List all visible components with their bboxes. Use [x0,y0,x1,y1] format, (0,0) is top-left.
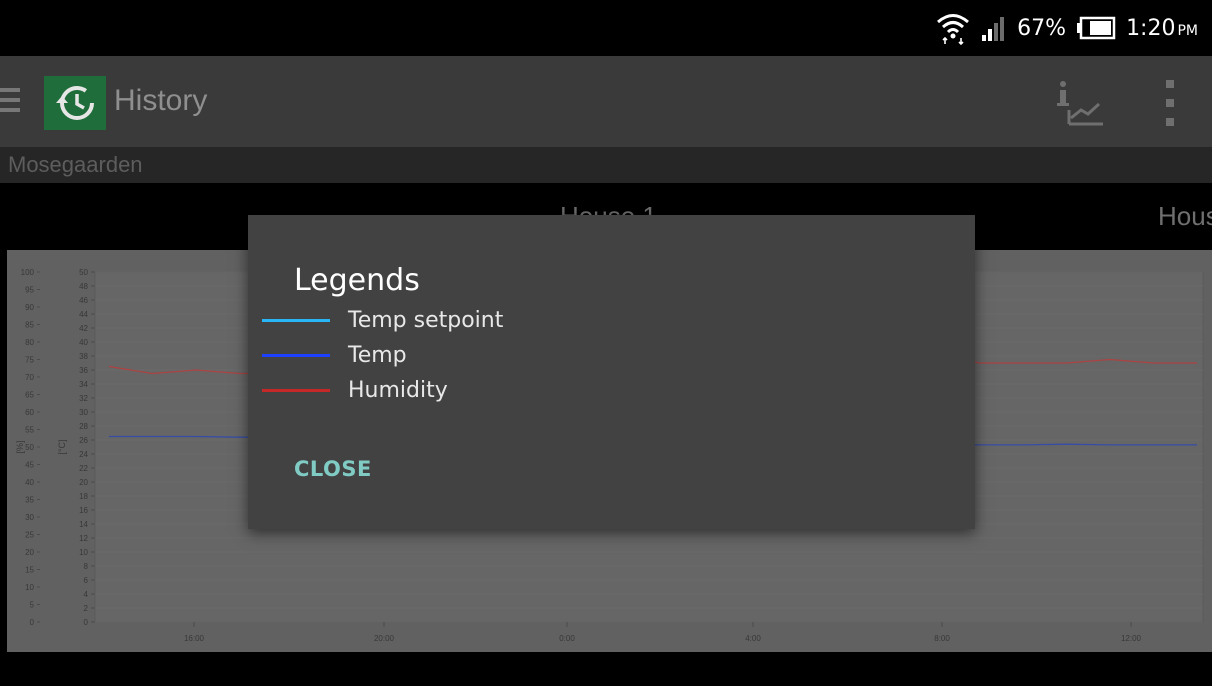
left-tick-label: 60 [25,408,34,417]
left-tick-label: 40 [25,478,34,487]
x-tick-label: 12:00 [1121,634,1142,643]
tab-house-2[interactable]: Hous [1158,201,1212,232]
more-vert-icon[interactable] [1162,80,1178,126]
right-axis-label: [°C] [57,439,67,454]
right-tick-label: 20 [79,478,88,487]
right-tick-label: 24 [79,450,88,459]
close-button[interactable]: CLOSE [294,457,372,481]
clock-time: 1:20 [1126,15,1176,41]
right-tick-label: 10 [79,548,88,557]
site-name: Mosegaarden [8,152,143,177]
left-axis-label: [%] [15,440,25,453]
left-tick-label: 90 [25,303,34,312]
battery-icon [1077,16,1116,40]
right-tick-label: 26 [79,436,88,445]
legend-label-temp: Temp [348,343,407,368]
menu-icon[interactable] [0,88,20,114]
right-tick-label: 38 [79,352,88,361]
left-tick-label: 5 [30,601,35,610]
right-tick-label: 6 [84,576,89,585]
legend-swatch-temp [262,354,330,357]
left-tick-label: 85 [25,321,34,330]
right-tick-label: 30 [79,408,88,417]
left-tick-label: 20 [25,548,34,557]
legend-item-humidity: Humidity [262,373,503,408]
left-tick-label: 35 [25,496,34,505]
right-tick-label: 36 [79,366,88,375]
left-tick-label: 100 [21,268,35,277]
legend-swatch-humidity [262,389,330,392]
history-icon[interactable] [44,76,106,130]
left-tick-label: 10 [25,583,34,592]
clock-ampm: PM [1177,22,1198,39]
bottom-bar [0,652,1212,686]
legend-label-humidity: Humidity [348,378,448,403]
right-tick-label: 50 [79,268,88,277]
site-bar: Mosegaarden [0,147,1212,183]
right-tick-label: 44 [79,310,88,319]
legend-list: Temp setpoint Temp Humidity [262,303,503,408]
left-tick-label: 75 [25,356,34,365]
left-tick-label: 30 [25,513,34,522]
legend-item-temp-setpoint: Temp setpoint [262,303,503,338]
wifi-icon [937,14,970,45]
signal-icon [982,17,1005,41]
legend-item-temp: Temp [262,338,503,373]
left-tick-label: 0 [30,618,35,627]
right-tick-label: 42 [79,324,88,333]
left-tick-label: 80 [25,338,34,347]
clock: 1:20 PM [1126,16,1198,41]
right-tick-label: 12 [79,534,88,543]
page-title: History [114,84,208,117]
right-tick-label: 18 [79,492,88,501]
left-tick-label: 95 [25,286,34,295]
legends-dialog: Legends Temp setpoint Temp Humidity CLOS… [248,215,975,529]
right-tick-label: 8 [84,562,89,571]
right-tick-label: 34 [79,380,88,389]
right-tick-label: 32 [79,394,88,403]
app-bar: History [0,56,1212,147]
right-tick-label: 4 [84,590,89,599]
left-tick-label: 65 [25,391,34,400]
x-tick-label: 4:00 [745,634,761,643]
x-tick-label: 20:00 [374,634,395,643]
right-tick-label: 48 [79,282,88,291]
status-bar-right: 67% 1:20 PM [935,10,1198,46]
right-tick-label: 28 [79,422,88,431]
right-tick-label: 46 [79,296,88,305]
left-tick-label: 25 [25,531,34,540]
left-tick-label: 70 [25,373,34,382]
x-tick-label: 8:00 [934,634,950,643]
left-tick-label: 15 [25,566,34,575]
right-tick-label: 22 [79,464,88,473]
left-tick-label: 50 [25,443,34,452]
battery-percent: 67% [1017,15,1067,41]
left-tick-label: 55 [25,426,34,435]
right-tick-label: 14 [79,520,88,529]
legend-swatch-temp-setpoint [262,319,330,322]
dialog-title: Legends [294,263,420,298]
right-tick-label: 2 [84,604,89,613]
left-tick-label: 45 [25,461,34,470]
x-tick-label: 0:00 [559,634,575,643]
right-tick-label: 0 [84,618,89,627]
right-tick-label: 40 [79,338,88,347]
status-bar: 67% 1:20 PM [0,0,1212,56]
x-tick-label: 16:00 [184,634,205,643]
chart-info-icon[interactable] [1055,80,1109,126]
legend-label-temp-setpoint: Temp setpoint [348,308,504,333]
right-tick-label: 16 [79,506,88,515]
